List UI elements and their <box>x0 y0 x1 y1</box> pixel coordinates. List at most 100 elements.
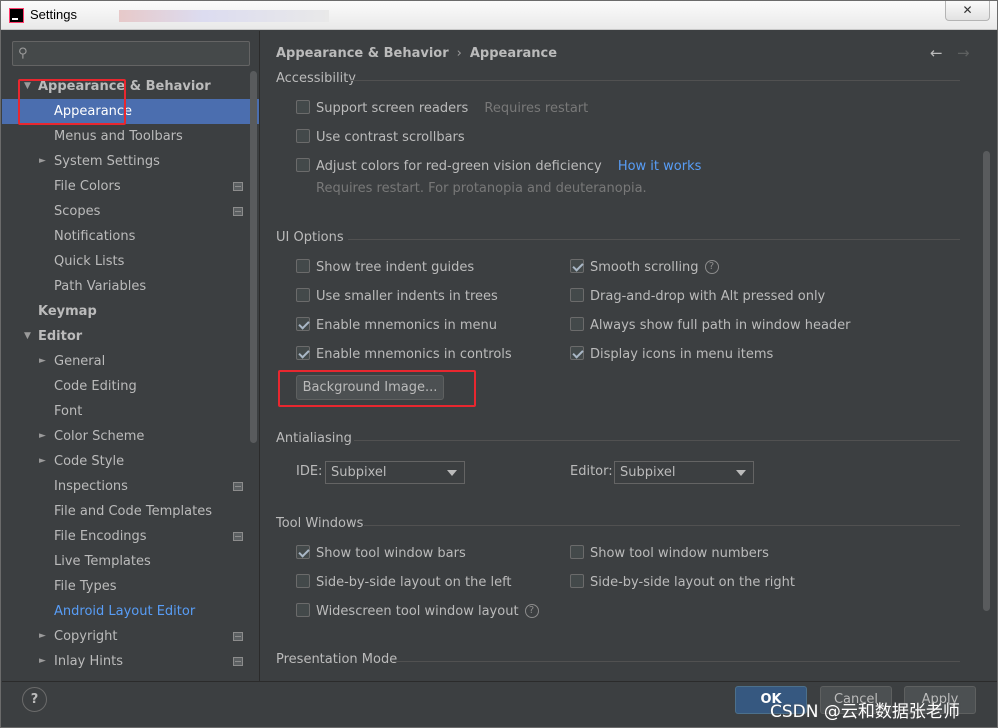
checkbox-label: Smooth scrolling <box>590 260 699 275</box>
back-icon[interactable]: ← <box>930 44 943 62</box>
window-title: Settings <box>30 7 77 22</box>
annotation-highlight <box>18 79 126 125</box>
tree-item[interactable]: ► Copyright <box>2 624 259 649</box>
checkbox-box[interactable] <box>296 258 310 273</box>
tree-item[interactable]: ► General <box>2 349 259 374</box>
tree-item[interactable]: Code Editing <box>2 374 259 399</box>
checkbox-label: Enable mnemonics in menu <box>316 318 497 333</box>
checkbox-box[interactable] <box>296 573 310 588</box>
checkbox-label: Show tree indent guides <box>316 260 475 275</box>
checkbox-box[interactable] <box>570 316 584 331</box>
support-screen-readers-checkbox[interactable]: Support screen readers Requires restart <box>296 99 588 119</box>
mnemonics-menu-checkbox[interactable]: Enable mnemonics in menu <box>296 316 497 336</box>
tree-item[interactable]: ► Inlay Hints <box>2 649 259 674</box>
chevron-right-icon[interactable]: ► <box>39 624 46 649</box>
checkbox-label: Adjust colors for red-green vision defic… <box>316 159 602 174</box>
tree-item[interactable]: File and Code Templates <box>2 499 259 524</box>
divider <box>350 80 960 81</box>
chevron-right-icon[interactable]: ► <box>39 149 46 174</box>
checkbox-box[interactable] <box>570 287 584 302</box>
how-it-works-link[interactable]: How it works <box>618 159 702 174</box>
checkbox-box[interactable] <box>296 544 310 559</box>
smaller-indents-checkbox[interactable]: Use smaller indents in trees <box>296 287 498 307</box>
checkbox-box[interactable] <box>296 157 310 172</box>
chevron-right-icon[interactable]: ► <box>39 349 46 374</box>
tool-windows-heading: Tool Windows <box>276 516 364 531</box>
chevron-down-icon <box>736 470 746 476</box>
checkbox-box[interactable] <box>570 258 584 273</box>
checkbox-box[interactable] <box>296 287 310 302</box>
mnemonics-controls-checkbox[interactable]: Enable mnemonics in controls <box>296 345 512 365</box>
checkbox-box[interactable] <box>296 602 310 617</box>
tree-item[interactable]: Scopes <box>2 199 259 224</box>
side-left-checkbox[interactable]: Side-by-side layout on the left <box>296 573 512 593</box>
project-level-icon <box>233 182 243 191</box>
tree-item-label: Keymap <box>38 304 97 319</box>
tree-item[interactable]: Font <box>2 399 259 424</box>
tool-window-numbers-checkbox[interactable]: Show tool window numbers <box>570 544 769 564</box>
chevron-right-icon[interactable]: ► <box>39 649 46 674</box>
tree-item[interactable]: Live Templates <box>2 549 259 574</box>
checkbox-box[interactable] <box>296 316 310 331</box>
help-icon[interactable]: ? <box>524 603 539 618</box>
checkbox-box[interactable] <box>570 573 584 588</box>
full-path-checkbox[interactable]: Always show full path in window header <box>570 316 851 336</box>
ui-options-heading: UI Options <box>276 230 344 245</box>
breadcrumb-separator: › <box>456 46 462 61</box>
tree-item[interactable]: Keymap <box>2 299 259 324</box>
tree-indent-guides-checkbox[interactable]: Show tree indent guides <box>296 258 474 278</box>
tree-item[interactable]: Menus and Toolbars <box>2 124 259 149</box>
tool-window-bars-checkbox[interactable]: Show tool window bars <box>296 544 466 564</box>
help-button[interactable]: ? <box>22 687 47 712</box>
drag-and-drop-checkbox[interactable]: Drag-and-drop with Alt pressed only <box>570 287 825 307</box>
checkbox-label: Use contrast scrollbars <box>316 130 465 145</box>
breadcrumb-parent[interactable]: Appearance & Behavior <box>276 46 449 61</box>
adjust-colors-checkbox[interactable]: Adjust colors for red-green vision defic… <box>296 157 701 177</box>
search-icon: ⚲ <box>18 46 28 61</box>
tree-item-label: General <box>54 354 106 369</box>
editor-antialiasing-select[interactable]: Subpixel <box>614 461 754 484</box>
checkbox-box[interactable] <box>296 99 310 114</box>
panel-scrollbar[interactable] <box>983 151 990 611</box>
sidebar: ⚲ ▼ Appearance & Behavior Appearance Menus … <box>2 31 259 681</box>
ide-antialiasing-select[interactable]: Subpixel <box>325 461 465 484</box>
editor-label: Editor: <box>570 464 613 479</box>
requires-restart-note: Requires restart <box>484 101 589 116</box>
close-button[interactable]: ✕ <box>945 1 990 21</box>
chevron-down-icon[interactable]: ▼ <box>24 324 31 349</box>
tree-item[interactable]: File Colors <box>2 174 259 199</box>
smooth-scrolling-checkbox[interactable]: Smooth scrolling? <box>570 258 719 278</box>
tree-item-label: Code Style <box>54 454 125 469</box>
tree-item[interactable]: File Types <box>2 574 259 599</box>
contrast-scrollbars-checkbox[interactable]: Use contrast scrollbars <box>296 128 465 148</box>
tree-item[interactable]: Quick Lists <box>2 249 259 274</box>
settings-panel: Appearance & Behavior › Appearance ← → Acc… <box>260 31 997 681</box>
tree-item[interactable]: ▼ Editor <box>2 324 259 349</box>
checkbox-box[interactable] <box>570 345 584 360</box>
tree-item[interactable]: Android Layout Editor <box>2 599 259 624</box>
chevron-right-icon[interactable]: ► <box>39 449 46 474</box>
tree-item[interactable]: Notifications <box>2 224 259 249</box>
tree-item-label: System Settings <box>54 154 160 169</box>
forward-icon[interactable]: → <box>957 44 970 62</box>
tree-item[interactable]: Path Variables <box>2 274 259 299</box>
checkbox-box[interactable] <box>296 345 310 360</box>
sidebar-scrollbar[interactable] <box>250 71 257 443</box>
checkbox-box[interactable] <box>296 128 310 143</box>
tree-item[interactable]: ► Code Style <box>2 449 259 474</box>
chevron-right-icon[interactable]: ► <box>39 424 46 449</box>
menu-icons-checkbox[interactable]: Display icons in menu items <box>570 345 773 365</box>
tree-item[interactable]: File Encodings <box>2 524 259 549</box>
checkbox-label: Support screen readers <box>316 101 469 116</box>
help-icon[interactable]: ? <box>704 259 719 274</box>
project-level-icon <box>233 657 243 666</box>
select-value: Subpixel <box>331 465 387 480</box>
breadcrumb-current: Appearance <box>469 46 558 61</box>
tree-item[interactable]: ► System Settings <box>2 149 259 174</box>
checkbox-box[interactable] <box>570 544 584 559</box>
search-input[interactable]: ⚲ <box>12 41 250 66</box>
widescreen-checkbox[interactable]: Widescreen tool window layout? <box>296 602 539 622</box>
side-right-checkbox[interactable]: Side-by-side layout on the right <box>570 573 795 593</box>
tree-item[interactable]: ► Color Scheme <box>2 424 259 449</box>
tree-item[interactable]: Inspections <box>2 474 259 499</box>
